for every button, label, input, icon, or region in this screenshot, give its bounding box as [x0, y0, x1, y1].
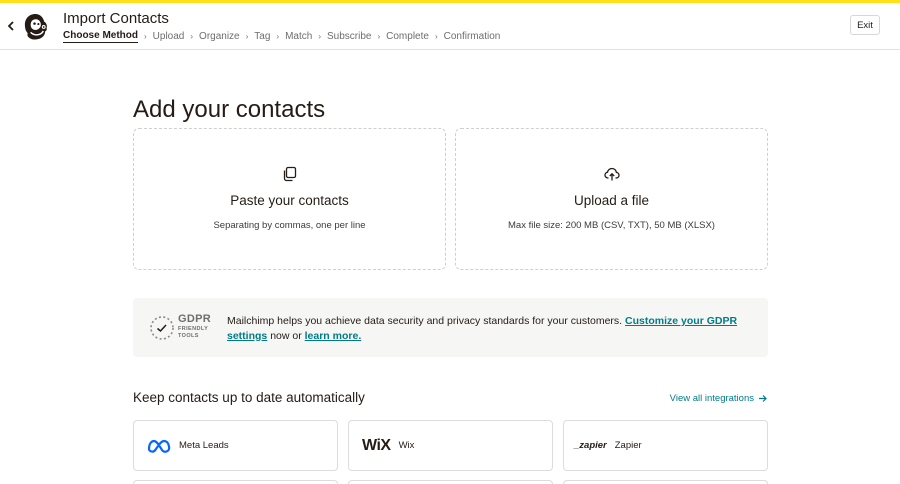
gdpr-description: Mailchimp helps you achieve data securit… — [227, 315, 623, 327]
integration-card-partial[interactable] — [563, 480, 768, 484]
paste-contacts-card[interactable]: Paste your contacts Separating by commas… — [133, 128, 446, 270]
integrations-section-title: Keep contacts up to date automatically — [133, 390, 365, 405]
exit-button[interactable]: Exit — [850, 15, 880, 35]
gdpr-badge: GDPR FRIENDLY TOOLS — [148, 313, 214, 343]
gdpr-middle-text: now or — [270, 329, 302, 342]
step-confirmation[interactable]: Confirmation — [444, 31, 501, 42]
step-organize[interactable]: Organize — [199, 31, 240, 42]
back-button[interactable] — [5, 19, 17, 33]
integration-card-wix[interactable]: WiX Wix — [348, 420, 553, 471]
view-all-integrations-label: View all integrations — [669, 393, 754, 404]
chevron-right-icon: › — [434, 32, 438, 41]
gdpr-badge-line2: TOOLS — [178, 333, 199, 339]
step-match[interactable]: Match — [285, 31, 312, 42]
integration-card-meta-leads[interactable]: Meta Leads — [133, 420, 338, 471]
upload-file-card[interactable]: Upload a file Max file size: 200 MB (CSV… — [455, 128, 768, 270]
integration-name: Meta Leads — [179, 440, 229, 451]
integration-name: Zapier — [614, 440, 642, 451]
integration-card-partial[interactable] — [133, 480, 338, 484]
upload-file-title: Upload a file — [573, 193, 650, 208]
gdpr-check-icon — [150, 316, 174, 340]
chevron-right-icon: › — [245, 32, 249, 41]
zapier-logo: _zapier — [574, 440, 607, 451]
step-choose-method[interactable]: Choose Method — [63, 30, 138, 43]
cloud-upload-icon — [603, 167, 620, 181]
wix-logo: WiX — [362, 436, 391, 454]
gdpr-badge-title: GDPR — [178, 313, 211, 325]
paste-contacts-description: Separating by commas, one per line — [213, 220, 366, 231]
header: Import Contacts Choose Method › Upload ›… — [0, 3, 900, 50]
gdpr-badge-line1: FRIENDLY — [178, 326, 209, 332]
meta-icon — [147, 439, 171, 453]
gdpr-text: Mailchimp helps you achieve data securit… — [227, 314, 752, 343]
chevron-right-icon: › — [144, 32, 147, 41]
copy-icon — [283, 166, 296, 182]
page-title: Import Contacts — [63, 10, 169, 27]
view-all-integrations-link[interactable]: View all integrations — [670, 393, 767, 404]
integration-card-partial[interactable] — [348, 480, 553, 484]
chevron-right-icon: › — [318, 32, 321, 41]
gdpr-banner: GDPR FRIENDLY TOOLS Mailchimp helps you … — [133, 298, 768, 357]
step-subscribe[interactable]: Subscribe — [327, 31, 371, 42]
integration-card-zapier[interactable]: _zapier Zapier — [563, 420, 768, 471]
chevron-right-icon: › — [190, 32, 194, 41]
integration-name: Wix — [398, 440, 415, 451]
chevron-left-icon — [8, 21, 14, 31]
breadcrumb-steps: Choose Method › Upload › Organize › Tag … — [63, 30, 500, 43]
chevron-right-icon: › — [377, 32, 381, 41]
step-upload[interactable]: Upload — [153, 31, 185, 42]
paste-contacts-title: Paste your contacts — [230, 193, 349, 208]
step-complete[interactable]: Complete — [386, 31, 429, 42]
mailchimp-logo — [24, 13, 47, 40]
learn-more-link[interactable]: learn more. — [305, 330, 362, 342]
arrow-right-icon — [759, 395, 767, 402]
main-heading: Add your contacts — [133, 96, 326, 123]
upload-file-description: Max file size: 200 MB (CSV, TXT), 50 MB … — [508, 220, 715, 231]
chevron-right-icon: › — [276, 32, 280, 41]
step-tag[interactable]: Tag — [254, 31, 270, 42]
